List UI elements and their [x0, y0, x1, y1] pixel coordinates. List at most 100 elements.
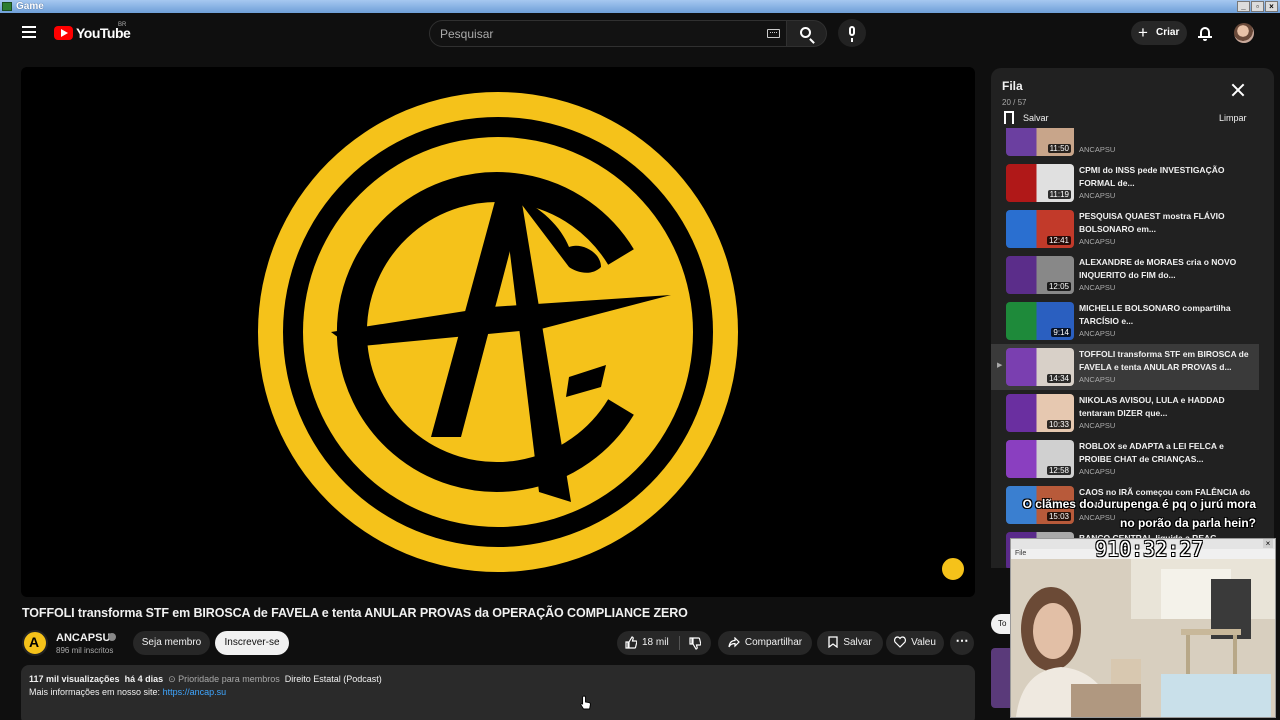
queue-title: Fila — [1002, 79, 1023, 93]
bookmark-icon — [1004, 111, 1014, 124]
queue-item[interactable]: 9:14 MICHELLE BOLSONARO compartilha TARCÍ… — [991, 298, 1259, 344]
channel-watermark-icon[interactable] — [940, 556, 966, 582]
join-button[interactable]: Seja membro — [133, 631, 210, 655]
queue-duration: 11:50 — [1047, 144, 1071, 153]
queue-channel-name: ANCAPSU — [1079, 237, 1116, 246]
queue-position: 20 / 57 — [1002, 98, 1027, 107]
thanks-label: Valeu — [911, 637, 936, 648]
search-button[interactable] — [787, 20, 827, 47]
minimize-icon[interactable]: _ — [1237, 1, 1250, 12]
queue-video-title: ALEXANDRE de MORAES cria o NOVO INQUERIT… — [1079, 257, 1237, 280]
app-icon — [2, 2, 12, 11]
peek-chip[interactable]: To — [991, 614, 1011, 634]
close-window-icon[interactable]: × — [1265, 1, 1278, 12]
now-playing-icon: ▶ — [997, 362, 1003, 369]
queue-duration: 10:33 — [1046, 420, 1071, 429]
search-icon — [800, 27, 811, 38]
channel-avatar[interactable] — [22, 630, 48, 656]
subscribe-button[interactable]: Inscrever-se — [215, 631, 289, 655]
like-button[interactable]: 18 mil — [617, 631, 679, 655]
search-box — [429, 20, 787, 47]
dislike-button[interactable] — [680, 631, 711, 655]
queue-item[interactable]: 11:50 PROVAS serem LACRADAS e... ANCAPSU — [991, 128, 1259, 160]
save-button[interactable]: Salvar — [817, 631, 883, 655]
like-dislike-group: 18 mil — [617, 631, 711, 655]
restore-icon[interactable]: ▫ — [1251, 1, 1264, 12]
chat-overlay-message: O clãmes do Jurupenga é pq o jurú mora n… — [1022, 497, 1256, 530]
view-count: 117 mil visualizações — [29, 674, 120, 684]
queue-item[interactable]: 12:41 PESQUISA QUAEST mostra FLÁVIO BOLSO… — [991, 206, 1259, 252]
webcam-window[interactable]: × File 910:32:27 — [1010, 538, 1276, 718]
bookmark-icon — [828, 636, 838, 649]
description-meta: 117 mil visualizações há 4 dias ⊙ Priori… — [29, 674, 382, 685]
video-player[interactable] — [21, 67, 975, 597]
upload-age: há 4 dias — [124, 674, 164, 684]
queue-channel-name: ANCAPSU — [1079, 145, 1116, 154]
queue-item[interactable]: 12:05 ALEXANDRE de MORAES cria o NOVO INQ… — [991, 252, 1259, 298]
share-label: Compartilhar — [744, 637, 803, 648]
queue-duration: 12:41 — [1046, 236, 1071, 245]
create-button[interactable]: + Criar — [1131, 21, 1187, 45]
plus-icon: + — [1138, 23, 1148, 42]
hand-cursor-icon — [580, 695, 591, 710]
youtube-logo[interactable]: YouTube BR — [54, 22, 131, 43]
share-button[interactable]: Compartilhar — [718, 631, 812, 655]
queue-clear-button[interactable]: Limpar — [1219, 113, 1247, 123]
video-title: TOFFOLI transforma STF em BIROSCA de FAV… — [22, 606, 688, 620]
super-thanks-icon — [894, 636, 907, 649]
webcam-close-icon[interactable]: × — [1263, 539, 1273, 548]
menu-icon[interactable] — [22, 26, 36, 38]
keyboard-icon[interactable] — [767, 29, 780, 38]
queue-item[interactable]: ▶ 14:34 TOFFOLI transforma STF em BIROSCA … — [991, 344, 1259, 390]
queue-video-title: TOFFOLI transforma STF em BIROSCA de FAV… — [1079, 349, 1249, 372]
description-box[interactable]: 117 mil visualizações há 4 dias ⊙ Priori… — [21, 665, 975, 720]
queue-thumbnail[interactable]: 12:05 — [1006, 256, 1074, 294]
channel-logo-artwork — [258, 92, 738, 572]
queue-thumbnail[interactable]: 12:58 — [1006, 440, 1074, 478]
queue-thumbnail[interactable]: 9:14 — [1006, 302, 1074, 340]
queue-thumbnail[interactable]: 14:34 — [1006, 348, 1074, 386]
queue-duration: 12:58 — [1046, 466, 1071, 475]
podcast-label[interactable]: Direito Estatal (Podcast) — [285, 674, 382, 684]
top-header: YouTube BR + Criar — [0, 13, 1280, 53]
queue-video-title: PROVAS serem LACRADAS e... — [1079, 128, 1251, 131]
notifications-bell-icon[interactable] — [1198, 26, 1212, 41]
queue-item[interactable]: 10:33 NIKOLAS AVISOU, LULA e HADDAD tenta… — [991, 390, 1259, 436]
search-input[interactable] — [440, 24, 760, 43]
site-link[interactable]: https://ancap.su — [163, 687, 227, 697]
more-info-text: Mais informações em nosso site: — [29, 687, 161, 697]
queue-thumbnail[interactable]: 11:19 — [1006, 164, 1074, 202]
youtube-play-icon — [54, 26, 73, 40]
more-actions-button[interactable]: ⋯ — [950, 631, 974, 655]
queue-item[interactable]: 11:19 CPMI do INSS pede INVESTIGAÇÃO FORM… — [991, 160, 1259, 206]
queue-duration: 9:14 — [1051, 328, 1071, 337]
queue-thumbnail[interactable]: 12:41 — [1006, 210, 1074, 248]
voice-search-button[interactable] — [838, 19, 866, 47]
members-priority: ⊙ Prioridade para membros — [168, 674, 280, 684]
window-title: Game — [16, 1, 44, 12]
queue-video-title: PESQUISA QUAEST mostra FLÁVIO BOLSONARO … — [1079, 211, 1225, 234]
window-titlebar: Game _ ▫ × — [0, 0, 1280, 13]
queue-video-title: MICHELLE BOLSONARO compartilha TARCÍSIO … — [1079, 303, 1231, 326]
account-avatar[interactable] — [1234, 23, 1254, 43]
queue-thumbnail[interactable]: 10:33 — [1006, 394, 1074, 432]
queue-channel-name: ANCAPSU — [1079, 283, 1116, 292]
region-code: BR — [118, 22, 127, 28]
channel-name[interactable]: ANCAPSU — [56, 632, 110, 644]
microphone-icon — [849, 26, 855, 42]
thumbs-up-icon — [625, 636, 637, 649]
close-queue-icon[interactable] — [1231, 83, 1245, 97]
peek-thumbnail[interactable] — [991, 648, 1011, 708]
stream-timer: 910:32:27 — [1095, 537, 1204, 561]
create-label: Criar — [1156, 27, 1180, 38]
queue-channel-name: ANCAPSU — [1079, 467, 1116, 476]
queue-channel-name: ANCAPSU — [1079, 375, 1116, 384]
queue-item[interactable]: 12:58 ROBLOX se ADAPTA a LEI FELCA e PROI… — [991, 436, 1259, 482]
thanks-button[interactable]: Valeu — [886, 631, 944, 655]
queue-duration: 14:34 — [1046, 374, 1071, 383]
verified-icon — [108, 633, 116, 641]
thumbs-down-icon — [689, 637, 701, 650]
like-count: 18 mil — [642, 637, 669, 648]
queue-thumbnail[interactable]: 11:50 — [1006, 128, 1074, 156]
queue-video-title: CPMI do INSS pede INVESTIGAÇÃO FORMAL de… — [1079, 165, 1225, 188]
